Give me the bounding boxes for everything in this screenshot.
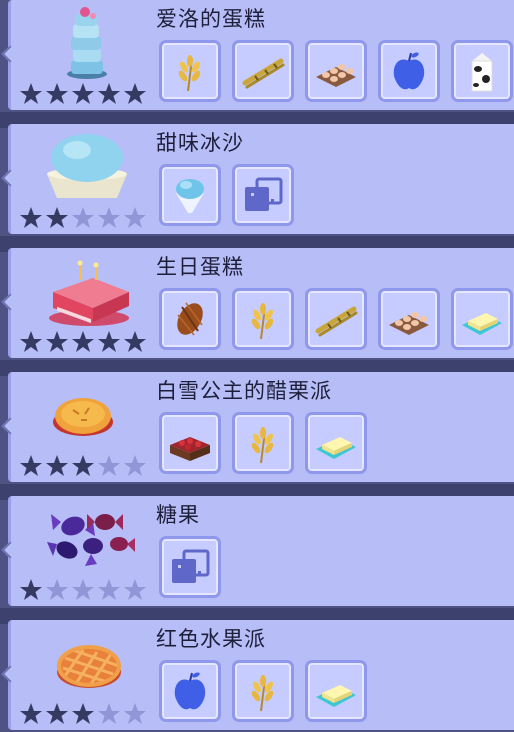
any-ingredient-icon: [245, 177, 283, 211]
recipe-card[interactable]: 红色水果派: [8, 620, 514, 730]
star-icon: [20, 579, 42, 600]
any-ingredient-icon: [172, 549, 210, 583]
ingredient-list: [159, 536, 221, 598]
star-icon: [46, 207, 68, 228]
recipe-card[interactable]: 白雪公主的醋栗派: [8, 372, 514, 482]
recipe-name: 甜味冰沙: [156, 131, 244, 155]
ingredient-slot[interactable]: [159, 660, 221, 722]
ingredient-slot[interactable]: [159, 40, 221, 102]
sugarcane-icon: [315, 306, 358, 337]
butter-icon: [316, 437, 356, 459]
ice-icon: [176, 179, 204, 213]
star-icon: [46, 455, 68, 476]
star-empty-icon: [72, 579, 94, 600]
star-empty-icon: [98, 579, 120, 600]
star-empty-icon: [72, 207, 94, 228]
star-rating: [19, 454, 147, 478]
star-empty-icon: [98, 703, 120, 724]
star-empty-icon: [98, 455, 120, 476]
ingredient-slot[interactable]: [451, 40, 513, 102]
berries-crate-icon: [170, 437, 210, 461]
star-icon: [124, 83, 146, 104]
recipe-card[interactable]: 爱洛的蛋糕: [8, 0, 514, 110]
ingredient-slot[interactable]: [232, 288, 294, 350]
eggs-icon: [389, 312, 429, 335]
ingredient-list: [159, 164, 294, 226]
star-rating: [19, 578, 147, 602]
recipe-name: 爱洛的蛋糕: [156, 7, 266, 31]
star-icon: [72, 455, 94, 476]
ingredient-slot[interactable]: [378, 288, 440, 350]
ingredient-slot[interactable]: [232, 164, 294, 226]
star-empty-icon: [124, 703, 146, 724]
ingredient-slot[interactable]: [305, 288, 367, 350]
ingredient-slot[interactable]: [378, 40, 440, 102]
cocoa-icon: [177, 302, 203, 336]
star-icon: [124, 331, 146, 352]
ingredient-list: [159, 660, 367, 722]
ingredient-slot[interactable]: [451, 288, 513, 350]
star-rating: [19, 206, 147, 230]
wheat-icon: [251, 675, 274, 712]
star-icon: [46, 83, 68, 104]
ingredient-slot[interactable]: [159, 164, 221, 226]
wheat-icon: [178, 55, 201, 92]
recipe-name: 红色水果派: [156, 627, 266, 651]
ingredient-list: [159, 288, 513, 350]
recipe-card[interactable]: 生日蛋糕: [8, 248, 514, 358]
recipe-card[interactable]: 甜味冰沙: [8, 124, 514, 234]
apple-icon: [174, 672, 206, 710]
milk-icon: [471, 53, 493, 92]
ingredient-list: [159, 412, 367, 474]
star-icon: [20, 331, 42, 352]
sugarcane-icon: [242, 58, 285, 89]
ingredient-slot[interactable]: [305, 412, 367, 474]
candy-icon: [33, 500, 143, 576]
ingredient-slot[interactable]: [232, 412, 294, 474]
ingredient-slot[interactable]: [305, 660, 367, 722]
butter-icon: [462, 313, 502, 335]
star-empty-icon: [124, 455, 146, 476]
star-icon: [72, 331, 94, 352]
butter-icon: [316, 685, 356, 707]
apple-icon: [393, 52, 425, 90]
wheat-icon: [251, 427, 274, 464]
ingredient-slot[interactable]: [159, 536, 221, 598]
ingredient-slot[interactable]: [159, 412, 221, 474]
recipe-name: 白雪公主的醋栗派: [156, 379, 332, 403]
star-icon: [72, 83, 94, 104]
star-rating: [19, 82, 147, 106]
star-icon: [46, 331, 68, 352]
birthday-cake-icon: [33, 252, 143, 328]
shaved-ice-icon: [33, 128, 143, 204]
star-icon: [46, 703, 68, 724]
star-empty-icon: [98, 207, 120, 228]
star-icon: [20, 207, 42, 228]
wheat-icon: [251, 303, 274, 340]
stacked-cake-icon: [33, 4, 143, 80]
star-empty-icon: [124, 207, 146, 228]
star-rating: [19, 330, 147, 354]
star-icon: [98, 83, 120, 104]
ingredient-slot[interactable]: [232, 660, 294, 722]
recipe-name: 糖果: [156, 503, 200, 527]
star-icon: [72, 703, 94, 724]
star-icon: [98, 331, 120, 352]
star-icon: [20, 703, 42, 724]
ingredient-slot[interactable]: [305, 40, 367, 102]
ingredient-list: [159, 40, 513, 102]
star-rating: [19, 702, 147, 726]
star-empty-icon: [124, 579, 146, 600]
star-icon: [20, 455, 42, 476]
ingredient-slot[interactable]: [232, 40, 294, 102]
red-fruit-pie-icon: [33, 624, 143, 700]
star-icon: [20, 83, 42, 104]
ingredient-slot[interactable]: [159, 288, 221, 350]
recipe-card[interactable]: 糖果: [8, 496, 514, 606]
eggs-icon: [316, 64, 356, 87]
gooseberry-pie-icon: [33, 376, 143, 452]
star-empty-icon: [46, 579, 68, 600]
recipe-name: 生日蛋糕: [156, 255, 244, 279]
